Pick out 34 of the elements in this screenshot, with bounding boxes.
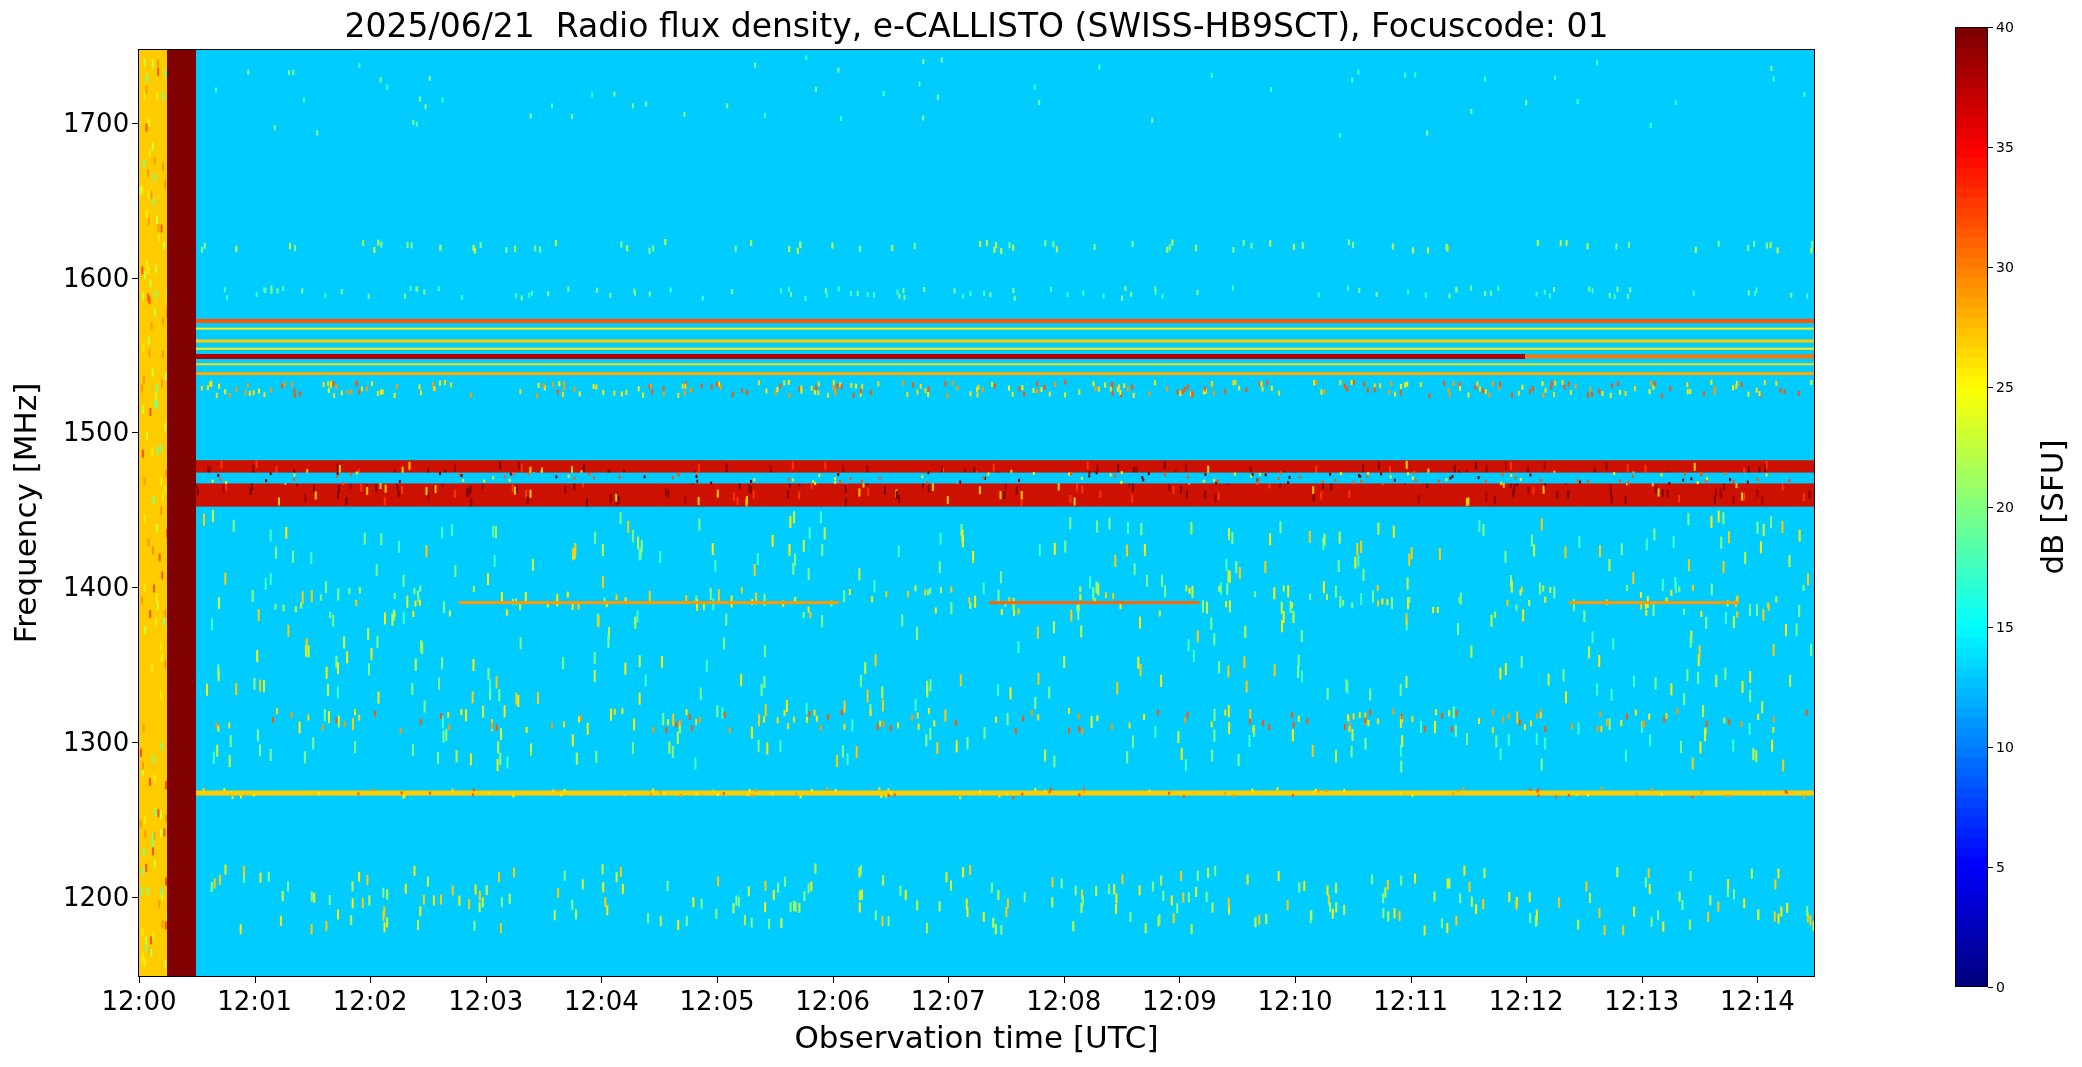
y-axis-tick-label: 1200 [63,881,127,912]
x-axis-tick-label: 12:07 [909,986,987,1016]
x-axis-tick-label: 12:01 [216,986,294,1016]
chart-title: 2025/06/21 Radio flux density, e-CALLISTO (SWISS-HB9SCT), Focuscode: 01 [343,6,1610,46]
colorbar-tick-label: 40 [1996,18,2014,36]
x-axis-label: Observation time [UTC] [793,1018,1160,1056]
x-axis-tick-label: 12:03 [447,986,525,1016]
y-axis-tick-label: 1700 [63,107,127,138]
x-axis-tick-label: 12:08 [1025,986,1103,1016]
x-axis-tick-label: 12:10 [1256,986,1334,1016]
y-axis-tick-label: 1400 [63,572,127,603]
x-axis-tick-label: 12:00 [100,986,178,1016]
colorbar-tick-label: 25 [1996,378,2014,396]
y-axis-label: Frequency [MHz] [6,381,44,646]
x-axis-tick-label: 12:14 [1718,986,1796,1016]
y-axis-tick-label: 1300 [63,726,127,757]
colorbar-label: dB [SFU] [2033,438,2071,577]
colorbar-tick-label: 15 [1996,618,2014,636]
x-axis-tick-label: 12:11 [1372,986,1450,1016]
x-axis-tick-label: 12:06 [794,986,872,1016]
colorbar-tick-label: 0 [1996,978,2005,996]
x-axis-tick-label: 12:05 [678,986,756,1016]
x-axis-tick-label: 12:13 [1603,986,1681,1016]
y-axis-tick-label: 1500 [63,417,127,448]
x-axis-tick-label: 12:12 [1487,986,1565,1016]
x-axis-tick-label: 12:02 [331,986,409,1016]
colorbar-tick-label: 30 [1996,258,2014,276]
y-axis-tick-label: 1600 [63,262,127,293]
colorbar-tick-label: 35 [1996,138,2014,156]
x-axis-tick-label: 12:04 [562,986,640,1016]
x-axis-tick-label: 12:09 [1140,986,1218,1016]
colorbar-tick-label: 5 [1996,858,2005,876]
colorbar-tick-label: 20 [1996,498,2014,516]
colorbar-tick-label: 10 [1996,738,2014,756]
